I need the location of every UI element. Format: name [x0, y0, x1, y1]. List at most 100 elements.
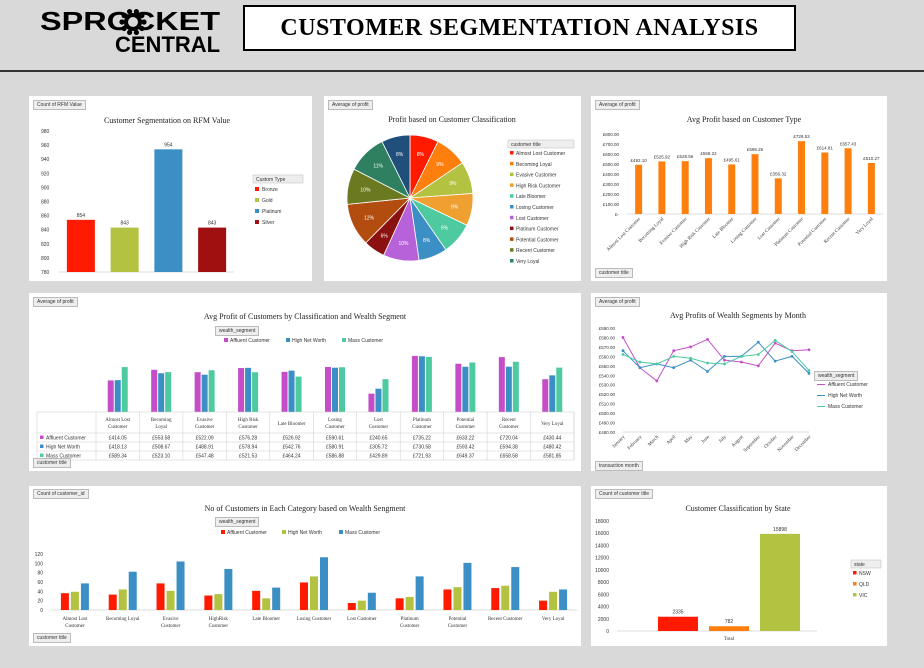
table-header-cell: Evasive — [197, 418, 214, 423]
bar — [844, 148, 852, 214]
logo-text-bottom: CENTRAL — [115, 32, 220, 56]
legend-label: Late Bloomer — [516, 194, 546, 200]
y-tick-label: 10000 — [595, 568, 609, 574]
series-point — [723, 354, 726, 358]
monthly-line-svg: Avg Profits of Wealth Segments by Month £… — [599, 311, 869, 454]
bar-data-label: 2335 — [672, 610, 683, 616]
y-tick-label: 0 — [40, 608, 43, 614]
series-point — [638, 360, 642, 364]
bar — [118, 589, 127, 610]
bar — [728, 164, 736, 214]
x-tick-label: February — [627, 435, 644, 452]
bar — [821, 152, 829, 214]
y-tick-label: 940 — [41, 157, 50, 163]
series-point — [655, 379, 659, 383]
y-tick-label: £550.00 — [599, 364, 616, 369]
bar — [70, 591, 79, 610]
table-header-cell: Becoming — [151, 418, 172, 423]
bar — [367, 592, 376, 610]
x-tick-label: Platinum — [401, 617, 419, 622]
bar — [80, 583, 89, 610]
y-tick-label: £500.00 — [599, 411, 616, 416]
table-cell: £594.38 — [500, 445, 518, 451]
table-cell: £720.04 — [500, 436, 518, 442]
y-tick-label: 2000 — [598, 617, 609, 623]
x-tick-label: Customer — [448, 624, 468, 629]
x-tick-label: October — [764, 435, 779, 450]
bar — [332, 367, 338, 412]
table-cell: £586.88 — [326, 454, 344, 460]
table-header-cell: Almost Lost — [105, 418, 130, 423]
table-cell: £488.91 — [196, 445, 214, 451]
table-cell: £414.05 — [109, 436, 127, 442]
y-tick-label: £500.00 — [603, 162, 620, 167]
bar — [121, 367, 128, 412]
bar — [774, 178, 782, 214]
table-cell: £480.42 — [543, 445, 561, 451]
bar — [166, 590, 175, 610]
table-header-cell: Customer — [325, 425, 345, 430]
bar — [262, 598, 271, 610]
bar — [382, 379, 389, 412]
table-header-cell: Customer — [195, 425, 215, 430]
bar — [395, 598, 404, 610]
bar-vic — [760, 533, 800, 631]
x-tick-label: Very Loyal — [542, 617, 565, 622]
company-logo: SPROCKET CENTRAL — [38, 6, 228, 57]
table-cell: £305.72 — [369, 445, 387, 451]
series-point — [621, 336, 625, 339]
bar — [539, 600, 548, 610]
y-tick-label: 6000 — [598, 592, 609, 598]
legend-swatch — [255, 220, 259, 224]
table-cell: £526.92 — [283, 436, 301, 442]
legend-label: Platinum Customer — [516, 227, 559, 233]
bar — [751, 154, 759, 214]
legend-swatch — [510, 215, 514, 220]
table-cell: £593.42 — [456, 445, 474, 451]
bar-data-label: £510.27 — [863, 156, 880, 161]
y-tick-label: 880 — [41, 200, 50, 206]
legend-label: Gold — [262, 198, 273, 204]
table-header-cell: Customer — [238, 425, 258, 430]
series-point — [672, 366, 676, 370]
y-tick-label: 4000 — [598, 605, 609, 611]
series-point — [773, 359, 777, 363]
x-tick-label: December — [794, 435, 812, 453]
x-tick-label: Very Loyal — [855, 216, 875, 236]
legend-label: High Net Worth — [292, 338, 326, 344]
bar-data-label: £525.92 — [654, 154, 671, 159]
legend-label: High Risk Customer — [516, 183, 561, 189]
bar — [108, 594, 117, 610]
x-tick-label: Evasive — [163, 617, 180, 622]
legend-label: Becoming Loyal — [516, 162, 552, 168]
table-row-header: Affluent Customer — [46, 436, 86, 442]
y-tick-label: £490.00 — [599, 421, 616, 426]
y-tick-label: 900 — [41, 185, 50, 191]
bar — [288, 370, 295, 412]
legend-label: Bronze — [262, 187, 278, 193]
x-tick-label: Customer — [65, 624, 85, 629]
state-panel: Count of customer title Customer Classif… — [591, 486, 887, 646]
x-tick-label: September — [743, 435, 762, 454]
x-tick-label: May — [684, 435, 694, 445]
bar — [549, 375, 556, 412]
table-cell: £508.67 — [152, 445, 170, 451]
bar-gold — [110, 227, 139, 272]
bar — [194, 372, 201, 412]
legend-label: Potential Customer — [516, 237, 559, 243]
legend-swatch — [510, 259, 514, 263]
avg-profit-type-panel: Average of profit customer title Avg Pro… — [591, 96, 887, 281]
series-point — [756, 340, 760, 344]
bar-data-label: £528.56 — [677, 154, 694, 159]
bar-bronze — [66, 219, 95, 272]
series-point — [756, 353, 760, 356]
series-point — [739, 354, 743, 358]
legend-title: customer title — [511, 142, 541, 148]
x-tick-label: Late Bloomer — [252, 617, 280, 622]
series-point — [807, 371, 811, 375]
y-tick-label: 780 — [41, 270, 50, 276]
legend-label: Almost Lost Customer — [516, 151, 566, 157]
y-tick-label: 800 — [41, 256, 50, 262]
legend-swatch — [255, 198, 259, 202]
monthly-profit-panel: Average of profit wealth_segment transac… — [591, 293, 887, 471]
